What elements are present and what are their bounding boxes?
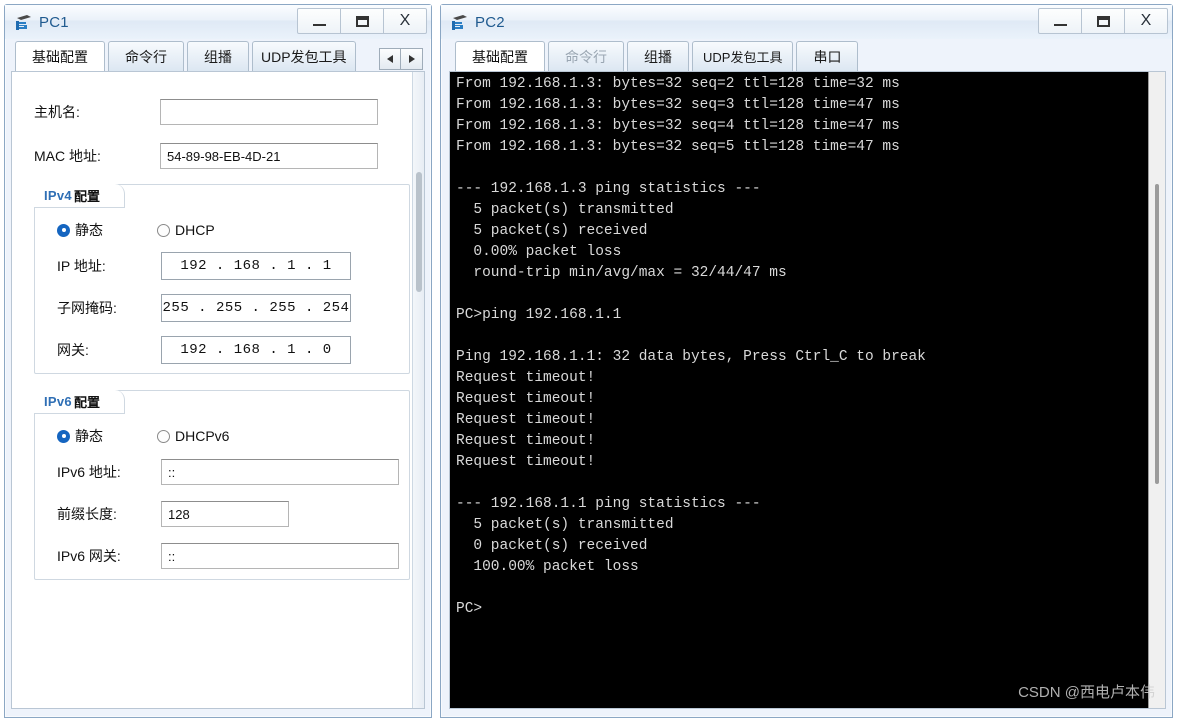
screen-root: PC1 X 基础配置 命令行 组播 UDP发包工具 主机名: MAC 地址: 5…	[0, 0, 1177, 720]
row-ipv6-prefix-length: 前缀长度: 128	[35, 493, 409, 535]
ipv4-static-label: 静态	[75, 222, 103, 238]
ipv6-prefix-length-label: 前缀长度:	[57, 506, 117, 522]
radio-unselected-icon	[157, 429, 170, 443]
row-ipv4-address: IP 地址: 192 . 168 . 1 . 1	[35, 245, 409, 287]
row-ipv4-gateway: 网关: 192 . 168 . 1 . 0	[35, 329, 409, 371]
ipv6-dhcpv6-radio[interactable]: DHCPv6	[157, 428, 229, 444]
pc-terminal-icon	[450, 12, 470, 32]
minimize-button-pc1[interactable]	[297, 8, 341, 34]
csdn-watermark: CSDN @西电卢本伟	[1018, 684, 1155, 701]
ipv4-gateway-label: 网关:	[57, 342, 89, 358]
tab-scroll-buttons-pc1	[379, 48, 423, 70]
chevron-right-icon	[408, 55, 415, 63]
ipv6-mode-radios: 静态 DHCPv6	[35, 421, 409, 451]
ipv6-address-label: IPv6 地址:	[57, 464, 121, 480]
ipv6-dhcpv6-label: DHCPv6	[175, 428, 230, 444]
ipv6-group-prefix: IPv6	[44, 394, 72, 409]
close-icon: X	[1140, 12, 1152, 29]
maximize-icon	[1096, 15, 1110, 27]
tab-pc2-multicast[interactable]: 组播	[627, 41, 689, 71]
ipv6-gateway-input[interactable]: ::	[161, 543, 399, 569]
tab-pc2-serial-port[interactable]: 串口	[796, 41, 859, 71]
mac-address-label: MAC 地址:	[34, 148, 101, 164]
tab-pc2-command-line[interactable]: 命令行	[548, 41, 624, 71]
ipv6-config-group: IPv6 配置 静态 DHCPv6 IPv6 地址::: 前缀长度: 128 …	[34, 390, 410, 580]
ipv4-group-title: IPv4 配置	[34, 184, 125, 208]
pc-terminal-icon	[14, 12, 34, 32]
window-title-pc2: PC2	[475, 13, 505, 31]
pc2-command-line-panel: From 192.168.1.3: bytes=32 seq=2 ttl=128…	[449, 71, 1166, 709]
ipv4-static-radio[interactable]: 静态	[57, 220, 103, 240]
minimize-icon	[1053, 23, 1067, 26]
tabstrip-pc2: 基础配置 命令行 组播 UDP发包工具 串口	[441, 39, 1172, 71]
row-ipv4-subnet-mask: 子网掩码: 255 . 255 . 255 . 254	[35, 287, 409, 329]
ipv4-dhcp-label: DHCP	[175, 222, 215, 238]
ipv6-prefix-length-input[interactable]: 128	[161, 501, 289, 527]
close-button-pc2[interactable]: X	[1124, 8, 1168, 34]
tab-pc1-multicast[interactable]: 组播	[187, 41, 249, 71]
chevron-left-icon	[387, 55, 393, 63]
pc1-basic-config-panel: 主机名: MAC 地址: 54-89-98-EB-4D-21 IPv4 配置 静…	[11, 71, 425, 709]
window-pc2: PC2 X 基础配置 命令行 组播 UDP发包工具 串口 From 192.16…	[440, 4, 1173, 718]
ipv4-subnet-mask-label: 子网掩码:	[57, 300, 117, 316]
ipv4-gateway-input[interactable]: 192 . 168 . 1 . 0	[161, 336, 351, 364]
ipv6-address-input[interactable]: ::	[161, 459, 399, 485]
minimize-icon	[312, 23, 326, 26]
radio-selected-icon	[57, 429, 70, 443]
ipv4-mode-radios: 静态 DHCP	[35, 215, 409, 245]
window-controls-pc1: X	[297, 8, 427, 34]
close-icon: X	[399, 12, 411, 29]
row-ipv6-gateway: IPv6 网关: ::	[35, 535, 409, 577]
ipv6-static-radio[interactable]: 静态	[57, 426, 103, 446]
ipv4-config-group: IPv4 配置 静态 DHCP IP 地址: 192 . 168 . 1 . 1…	[34, 184, 410, 374]
radio-unselected-icon	[157, 223, 170, 237]
tab-pc2-udp-tool[interactable]: UDP发包工具	[692, 41, 794, 71]
ipv6-static-label: 静态	[75, 428, 103, 444]
tab-scroll-left-button[interactable]	[379, 48, 401, 70]
mac-address-input[interactable]: 54-89-98-EB-4D-21	[160, 143, 378, 169]
titlebar-pc2[interactable]: PC2 X	[441, 5, 1172, 39]
ipv4-group-body: 静态 DHCP IP 地址: 192 . 168 . 1 . 1 子网掩码: 2…	[35, 185, 409, 371]
tab-pc1-udp-tool[interactable]: UDP发包工具	[252, 41, 356, 71]
pc1-vertical-scrollbar[interactable]	[412, 72, 424, 708]
pc1-scrollbar-thumb[interactable]	[416, 172, 422, 292]
window-controls-pc2: X	[1038, 8, 1168, 34]
tab-pc1-command-line[interactable]: 命令行	[108, 41, 184, 71]
ipv4-group-suffix: 配置	[73, 189, 100, 204]
minimize-button-pc2[interactable]	[1038, 8, 1082, 34]
row-ipv6-address: IPv6 地址: ::	[35, 451, 409, 493]
ipv6-group-suffix: 配置	[73, 395, 100, 410]
row-mac-address: MAC 地址: 54-89-98-EB-4D-21	[12, 134, 424, 178]
terminal-vertical-scrollbar[interactable]	[1148, 72, 1165, 708]
titlebar-pc1[interactable]: PC1 X	[5, 5, 431, 39]
tabstrip-pc1: 基础配置 命令行 组播 UDP发包工具	[5, 39, 431, 71]
terminal-scrollbar-thumb[interactable]	[1155, 184, 1159, 484]
hostname-input[interactable]	[160, 99, 378, 125]
ipv6-group-title: IPv6 配置	[34, 390, 125, 414]
maximize-button-pc1[interactable]	[340, 8, 384, 34]
maximize-icon	[355, 15, 369, 27]
tab-scroll-right-button[interactable]	[401, 48, 423, 70]
ipv4-subnet-mask-input[interactable]: 255 . 255 . 255 . 254	[161, 294, 351, 322]
ipv4-group-prefix: IPv4	[44, 188, 72, 203]
tab-pc2-basic-config[interactable]: 基础配置	[455, 41, 545, 71]
hostname-label: 主机名:	[34, 104, 80, 120]
window-title-pc1: PC1	[39, 13, 69, 31]
maximize-button-pc2[interactable]	[1081, 8, 1125, 34]
radio-selected-icon	[57, 223, 70, 237]
window-pc1: PC1 X 基础配置 命令行 组播 UDP发包工具 主机名: MAC 地址: 5…	[4, 4, 432, 718]
terminal-output[interactable]: From 192.168.1.3: bytes=32 seq=2 ttl=128…	[450, 72, 1148, 708]
ipv4-address-label: IP 地址:	[57, 258, 106, 274]
ipv6-gateway-label: IPv6 网关:	[57, 548, 121, 564]
tab-pc1-basic-config[interactable]: 基础配置	[15, 41, 105, 71]
row-hostname: 主机名:	[12, 90, 424, 134]
ipv6-group-body: 静态 DHCPv6 IPv6 地址: :: 前缀长度: 128 IPv6 网关:…	[35, 391, 409, 577]
pc1-form: 主机名: MAC 地址: 54-89-98-EB-4D-21 IPv4 配置 静…	[12, 72, 424, 580]
close-button-pc1[interactable]: X	[383, 8, 427, 34]
ipv4-address-input[interactable]: 192 . 168 . 1 . 1	[161, 252, 351, 280]
ipv4-dhcp-radio[interactable]: DHCP	[157, 222, 215, 238]
